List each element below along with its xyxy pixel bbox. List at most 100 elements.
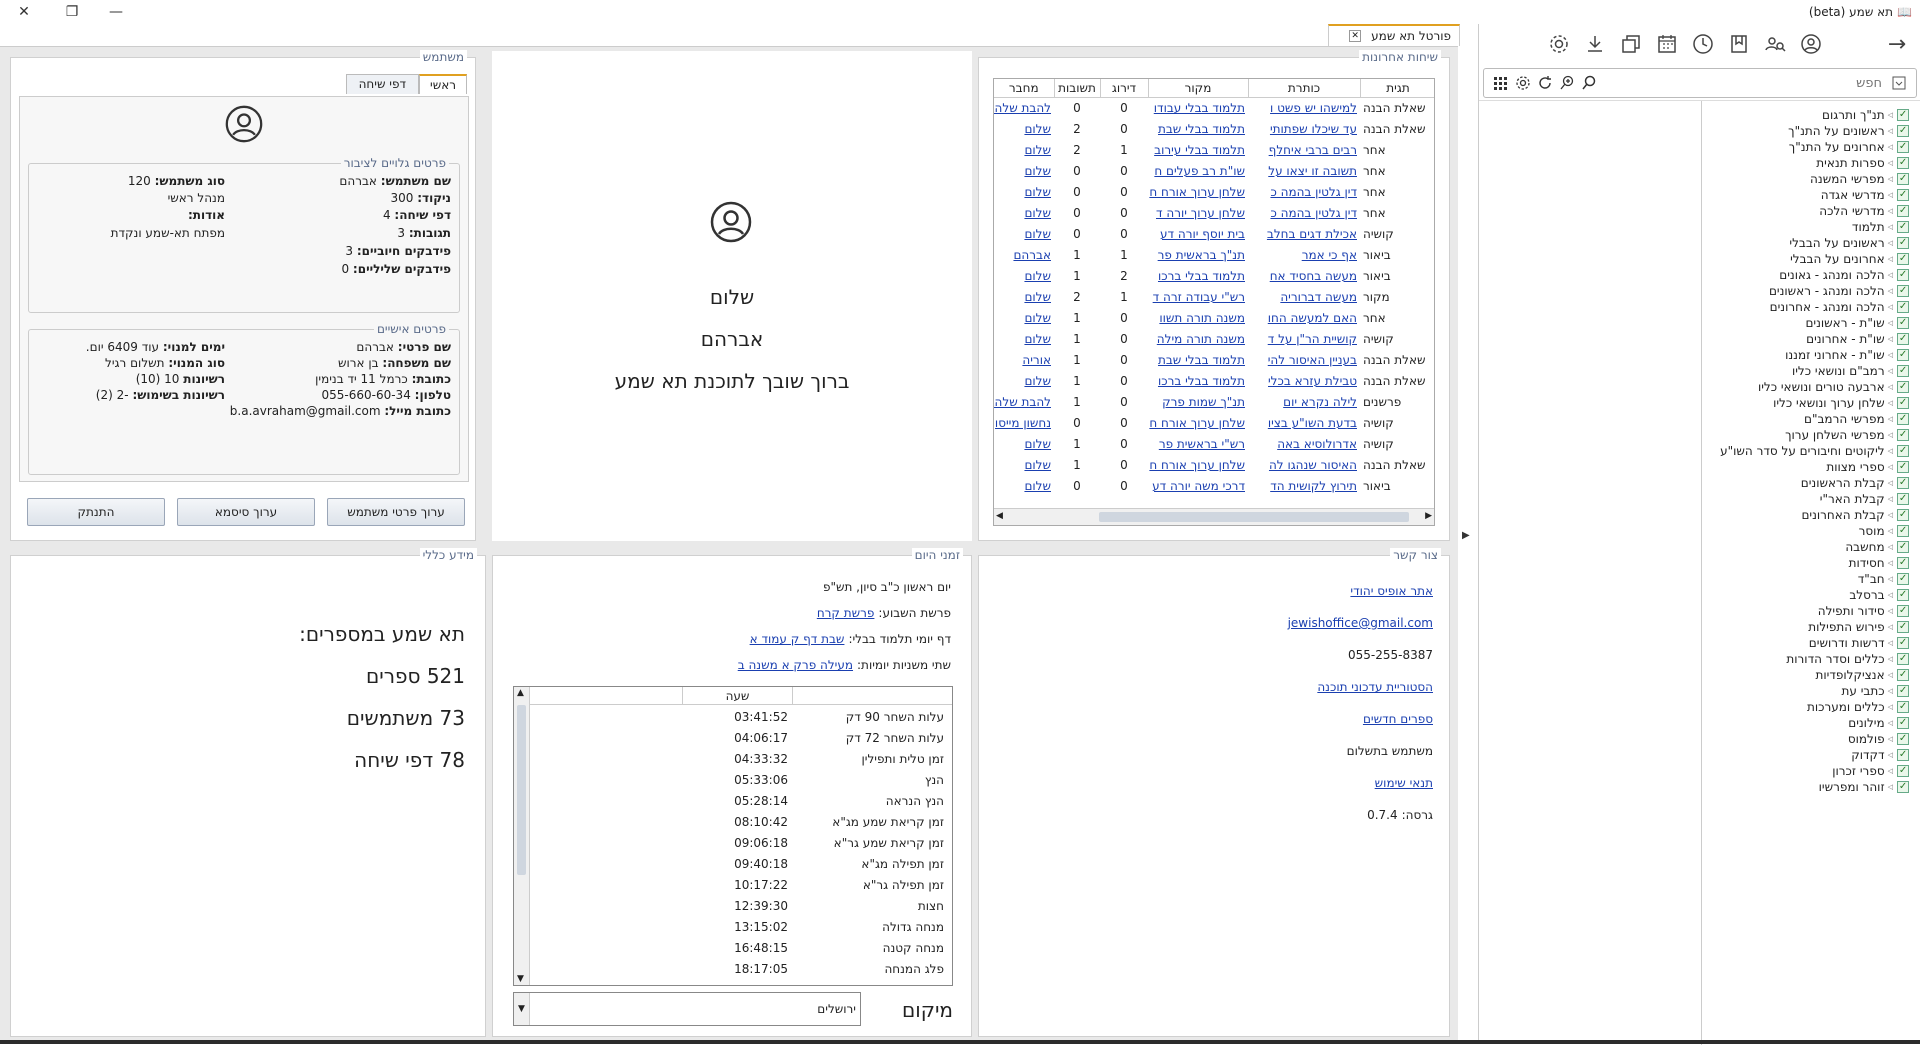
tree-item[interactable]: ✓ ◁ כתבי עת <box>1842 683 1909 699</box>
table-row[interactable]: מקור מעשה דברוריה רש"י עבודה זרה ד 1 2 שלום <box>994 286 1434 307</box>
chevron-down-icon[interactable]: ▼ <box>514 993 530 1025</box>
expand-arrow-icon[interactable]: ◁ <box>1888 671 1893 679</box>
tree-item[interactable]: ✓ ◁ שו"ת - אחרונים <box>1806 331 1909 347</box>
expand-arrow-icon[interactable]: ◁ <box>1888 159 1893 167</box>
author-cell[interactable]: אוריה <box>994 349 1054 370</box>
title-cell[interactable]: לילה נקרא יום <box>1248 391 1360 412</box>
table-row[interactable]: שאלת הבנה למישהו יש פשט ו תלמוד בבלי עבודו… <box>994 97 1434 118</box>
table-row[interactable]: שאלת הבנה בעניין האיסור להי תלמוד בבלי שבת… <box>994 349 1434 370</box>
scrollbar-thumb[interactable] <box>1099 512 1409 522</box>
update-history-link[interactable]: הסטוריית עדכוני תוכנה <box>1317 680 1433 694</box>
tree-item[interactable]: ✓ ◁ חסידות <box>1849 555 1909 571</box>
title-cell[interactable]: אכילת דגים בחלב <box>1248 223 1360 244</box>
tree-item[interactable]: ✓ ◁ ספרות תנאית <box>1816 155 1909 171</box>
collapse-arrow-icon[interactable]: ▶ <box>1462 530 1470 541</box>
calendar-icon[interactable] <box>1651 28 1683 60</box>
source-cell[interactable]: תנ"ך בראשית פר <box>1148 244 1248 265</box>
grid-icon[interactable] <box>1490 72 1512 94</box>
checkbox[interactable]: ✓ <box>1897 605 1909 617</box>
author-cell[interactable]: שלום <box>994 181 1054 202</box>
checkbox[interactable]: ✓ <box>1897 685 1909 697</box>
title-cell[interactable]: אדרולוסיא באה <box>1248 433 1360 454</box>
expand-arrow-icon[interactable]: ◁ <box>1888 415 1893 423</box>
checkbox[interactable]: ✓ <box>1897 589 1909 601</box>
tree-item[interactable]: ✓ ◁ קבלת האר"י <box>1820 491 1909 507</box>
tree-item[interactable]: ✓ ◁ מפרשי המשנה <box>1810 171 1909 187</box>
author-cell[interactable]: שלום <box>994 307 1054 328</box>
checkbox[interactable]: ✓ <box>1897 253 1909 265</box>
table-row[interactable]: אחר דין גלטין בהמה כ שלחן ערוך יורה ד 0 0 שלו… <box>994 202 1434 223</box>
tree-item[interactable]: ✓ ◁ כללים וסדר הדורות <box>1786 651 1909 667</box>
expand-arrow-icon[interactable]: ◁ <box>1888 239 1893 247</box>
terms-link[interactable]: תנאי שימוש <box>1375 776 1433 790</box>
title-cell[interactable]: מעשה בחסיד אח <box>1248 265 1360 286</box>
title-cell[interactable]: קושיית הר"ן על ד <box>1248 328 1360 349</box>
tree-item[interactable]: ✓ ◁ אחרונים על הבבלי <box>1790 251 1909 267</box>
source-cell[interactable]: בית יוסף יורה דע <box>1148 223 1248 244</box>
table-row[interactable]: מנחה קטנה 16:48:15 <box>530 938 952 959</box>
checkbox[interactable]: ✓ <box>1897 285 1909 297</box>
tree-item[interactable]: ✓ ◁ מחשבה <box>1845 539 1909 555</box>
expand-arrow-icon[interactable]: ◁ <box>1888 719 1893 727</box>
checkbox[interactable]: ✓ <box>1897 669 1909 681</box>
mishna-link[interactable]: מעילה פרק א משנה ב <box>738 658 853 672</box>
tab-portal[interactable]: פורטל תא שמע ✕ <box>1328 24 1460 46</box>
source-cell[interactable]: תנ"ך שמות פרק <box>1148 391 1248 412</box>
scroll-down-icon[interactable]: ▼ <box>517 974 524 984</box>
tree-item[interactable]: ✓ ◁ שו"ת - ראשונים <box>1805 315 1909 331</box>
table-row[interactable]: זמן טלית ותפילין 04:33:32 <box>530 749 952 770</box>
scrollbar-thumb[interactable] <box>517 705 526 875</box>
table-row[interactable]: אחר רבים ברבי איחלף תלמוד בבלי עירוב 1 2 שלום <box>994 139 1434 160</box>
title-cell[interactable]: אף כי אמר <box>1248 244 1360 265</box>
tree-item[interactable]: ✓ ◁ אנציקלופדיות <box>1815 667 1909 683</box>
expand-arrow-icon[interactable]: ◁ <box>1888 271 1893 279</box>
tree-item[interactable]: ✓ ◁ ראשונים על הבבלי <box>1789 235 1909 251</box>
restore-icon[interactable]: ❐ <box>50 0 94 24</box>
expand-arrow-icon[interactable]: ◁ <box>1888 607 1893 615</box>
author-cell[interactable]: שלום <box>994 475 1054 496</box>
checkbox[interactable]: ✓ <box>1897 173 1909 185</box>
author-cell[interactable]: שלום <box>994 265 1054 286</box>
source-cell[interactable]: תלמוד בבלי ברכו <box>1148 265 1248 286</box>
table-row[interactable]: שאלת הבנה האיסור שנהגו לה שלחן ערוך אורח ח… <box>994 454 1434 475</box>
author-cell[interactable]: שלום <box>994 202 1054 223</box>
table-row[interactable]: אחר תשובה זו יצאו על שו"ת רב פעלים ח 0 0 שלום <box>994 160 1434 181</box>
author-cell[interactable]: שלום <box>994 454 1054 475</box>
table-row[interactable]: עלות השחר 72 דק 04:06:17 <box>530 728 952 749</box>
checkbox[interactable]: ✓ <box>1897 109 1909 121</box>
table-row[interactable]: זמן קריאת שמע מג"א 08:10:42 <box>530 812 952 833</box>
table-row[interactable]: פרשנים לילה נקרא יום תנ"ך שמות פרק 0 1 להבת ש… <box>994 391 1434 412</box>
table-row[interactable]: הנץ 05:33:06 <box>530 770 952 791</box>
tab-main[interactable]: ראשי <box>419 74 467 94</box>
email-link[interactable]: jewishoffice@gmail.com <box>1288 616 1433 630</box>
tree-item[interactable]: ✓ ◁ אחרונים על התנ"ך <box>1789 139 1909 155</box>
expand-arrow-icon[interactable]: ◁ <box>1888 303 1893 311</box>
table-row[interactable]: ביאור אף כי אמר תנ"ך בראשית פר 1 1 אברהם <box>994 244 1434 265</box>
source-cell[interactable]: תלמוד בבלי שבת <box>1148 118 1248 139</box>
expand-arrow-icon[interactable]: ◁ <box>1888 111 1893 119</box>
table-row[interactable]: קושיה אכילת דגים בחלב בית יוסף יורה דע 0 0 של… <box>994 223 1434 244</box>
expand-arrow-icon[interactable]: ◁ <box>1888 767 1893 775</box>
source-cell[interactable]: רש"י עבודה זרה ד <box>1148 286 1248 307</box>
expand-arrow-icon[interactable]: ◁ <box>1888 735 1893 743</box>
checkbox[interactable]: ✓ <box>1897 381 1909 393</box>
title-cell[interactable]: למישהו יש פשט ו <box>1248 97 1360 118</box>
table-row[interactable]: קושיה אדרולוסיא באה רש"י בראשית פר 0 1 שלום <box>994 433 1434 454</box>
title-cell[interactable]: עד שיכלו שפתותי <box>1248 118 1360 139</box>
source-cell[interactable]: שלחן ערוך יורה ד <box>1148 202 1248 223</box>
tree-item[interactable]: ✓ ◁ כללים ומערכות <box>1807 699 1909 715</box>
download-icon[interactable] <box>1579 28 1611 60</box>
checkbox[interactable]: ✓ <box>1897 541 1909 553</box>
checkbox[interactable]: ✓ <box>1897 621 1909 633</box>
source-cell[interactable]: תלמוד בבלי ברכו <box>1148 370 1248 391</box>
tree-item[interactable]: ✓ ◁ קבלת הראשונים <box>1801 475 1909 491</box>
tree-item[interactable]: ✓ ◁ הלכה ומנהג - ראשונים <box>1769 283 1909 299</box>
title-cell[interactable]: תשובה זו יצאו על <box>1248 160 1360 181</box>
checkbox[interactable]: ✓ <box>1897 205 1909 217</box>
expand-arrow-icon[interactable]: ◁ <box>1888 527 1893 535</box>
logout-button[interactable]: התנתק <box>27 498 165 526</box>
tree-item[interactable]: ✓ ◁ סידור ותפילה <box>1818 603 1909 619</box>
tree-item[interactable]: ✓ ◁ פירוש התפילות <box>1808 619 1909 635</box>
title-cell[interactable]: טבילת עזרא בכלי <box>1248 370 1360 391</box>
expand-arrow-icon[interactable]: ◁ <box>1888 127 1893 135</box>
